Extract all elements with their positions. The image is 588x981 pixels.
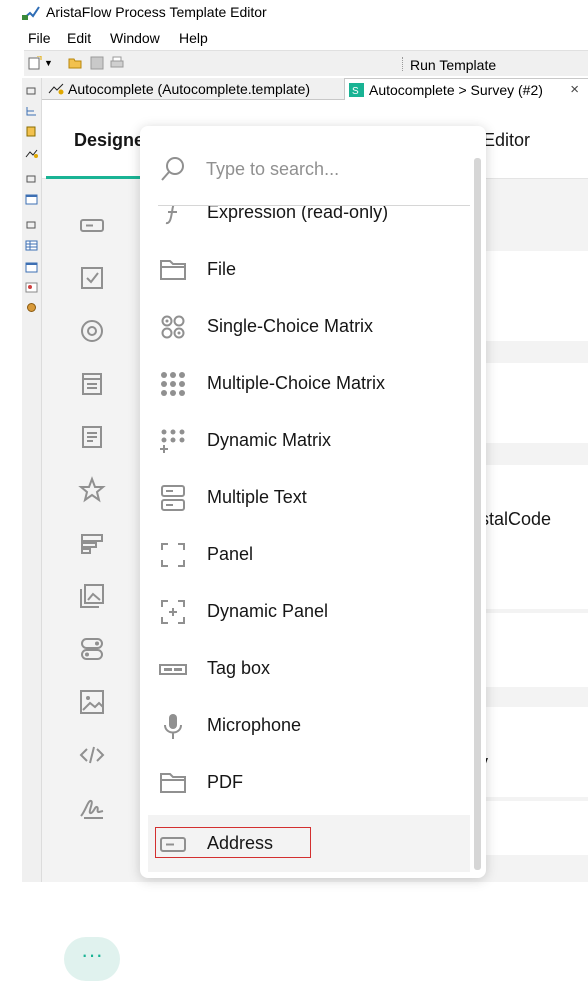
folder-icon [158,768,188,798]
list-item-tag-box[interactable]: Tag box [140,640,470,697]
process-icon[interactable] [25,148,38,159]
tab-designer[interactable]: Designe [74,130,144,151]
list-item-label: Panel [207,544,254,564]
menu-file[interactable]: File [28,30,51,46]
window-icon[interactable] [25,194,38,205]
list-item-label: PDF [207,772,243,792]
restore-icon[interactable] [25,174,38,185]
close-icon[interactable]: × [570,81,579,98]
add-question-popup: Expression (read-only) File Single-Choic… [140,126,486,878]
list-item-label: Tag box [207,658,271,678]
list-item-label: Single-Choice Matrix [207,316,374,336]
tab-label: Autocomplete (Autocomplete.template) [68,81,311,97]
tab-autocomplete-survey[interactable]: S Autocomplete > Survey (#2) × [344,78,588,100]
list-item-expression[interactable]: Expression (read-only) [140,206,470,241]
list-item-dynamic-matrix[interactable]: Dynamic Matrix [140,412,470,469]
microphone-icon [158,711,188,741]
process-icon [48,83,64,95]
run-template-button[interactable]: Run Template [410,57,496,73]
text-input-icon[interactable] [78,211,106,239]
toolbar: ▼ Run Template [24,50,588,76]
toolbar-separator [402,57,403,71]
image-picker-icon[interactable] [78,582,106,610]
list-item-label: Multiple Text [207,487,307,507]
list-item-panel[interactable]: Panel [140,526,470,583]
radio-icon[interactable] [78,317,106,345]
list-item-label: File [207,259,237,279]
grid-icon[interactable] [25,240,38,251]
tab-label: Autocomplete > Survey (#2) [369,81,543,98]
list-item-multiple-choice-matrix[interactable]: Multiple-Choice Matrix [140,355,470,412]
restore-icon[interactable] [25,220,38,231]
expression-icon [158,206,188,228]
tab-autocomplete-template[interactable]: Autocomplete (Autocomplete.template) [44,78,374,100]
dropdown-icon[interactable] [78,370,106,398]
restore-icon[interactable] [25,86,38,97]
list-item-label: Expression (read-only) [207,206,389,222]
print-icon[interactable] [110,56,124,70]
list-item-label: Microphone [207,715,302,735]
left-icon-strip [22,78,42,882]
scrollbar-thumb[interactable] [474,158,481,870]
list-item-label: Dynamic Panel [207,601,329,621]
menu-bar: File Edit Window Help [0,26,588,48]
list-item-single-choice-matrix[interactable]: Single-Choice Matrix [140,298,470,355]
html-code-icon[interactable] [78,741,106,769]
boolean-icon[interactable] [78,635,106,663]
folder-icon [158,255,188,285]
svg-text:S: S [352,86,359,97]
dynamic-panel-icon [158,597,188,627]
comment-icon[interactable] [78,423,106,451]
editor-tab-bar: Autocomplete (Autocomplete.template) S A… [42,78,588,100]
tree-view-icon[interactable] [25,106,38,117]
menu-edit[interactable]: Edit [67,30,91,46]
open-folder-icon[interactable] [68,56,82,70]
menu-help[interactable]: Help [179,30,208,46]
rating-star-icon[interactable] [78,476,106,504]
dynamic-matrix-icon [158,426,188,456]
surveyjs-icon: S [349,83,364,97]
title-bar: AristaFlow Process Template Editor [0,0,588,26]
signature-icon[interactable] [78,794,106,822]
search-icon [161,157,184,181]
list-item-pdf[interactable]: PDF [140,754,470,811]
tag-box-icon [158,654,188,684]
image-icon[interactable] [25,282,38,293]
list-item-file[interactable]: File [140,241,470,298]
single-choice-matrix-icon [158,312,188,342]
popup-scrollbar[interactable] [474,158,481,870]
selection-highlight-box [155,827,311,858]
new-file-icon[interactable] [28,56,42,70]
ranking-icon[interactable] [78,529,106,557]
window-title: AristaFlow Process Template Editor [46,4,267,20]
search-input[interactable] [206,154,456,184]
multiple-choice-matrix-icon [158,369,188,399]
toolbox: ··· [64,179,140,981]
image-icon[interactable] [78,688,106,716]
search-row [140,126,486,206]
checkbox-icon[interactable] [78,264,106,292]
window-icon[interactable] [25,262,38,273]
save-icon[interactable] [90,56,104,70]
multiple-text-icon [158,483,188,513]
aristaflow-app-icon [22,6,40,20]
more-button[interactable]: ··· [64,937,120,981]
menu-window[interactable]: Window [110,30,160,46]
question-type-list: Expression (read-only) File Single-Choic… [140,206,486,874]
list-item-multiple-text[interactable]: Multiple Text [140,469,470,526]
gear-icon[interactable] [25,302,38,313]
document-icon[interactable] [25,126,38,137]
list-item-label: Dynamic Matrix [207,430,332,450]
list-item-microphone[interactable]: Microphone [140,697,470,754]
list-item-label: Multiple-Choice Matrix [207,373,386,393]
panel-icon [158,540,188,570]
list-item-dynamic-panel[interactable]: Dynamic Panel [140,583,470,640]
chevron-down-icon[interactable]: ▼ [44,58,58,72]
